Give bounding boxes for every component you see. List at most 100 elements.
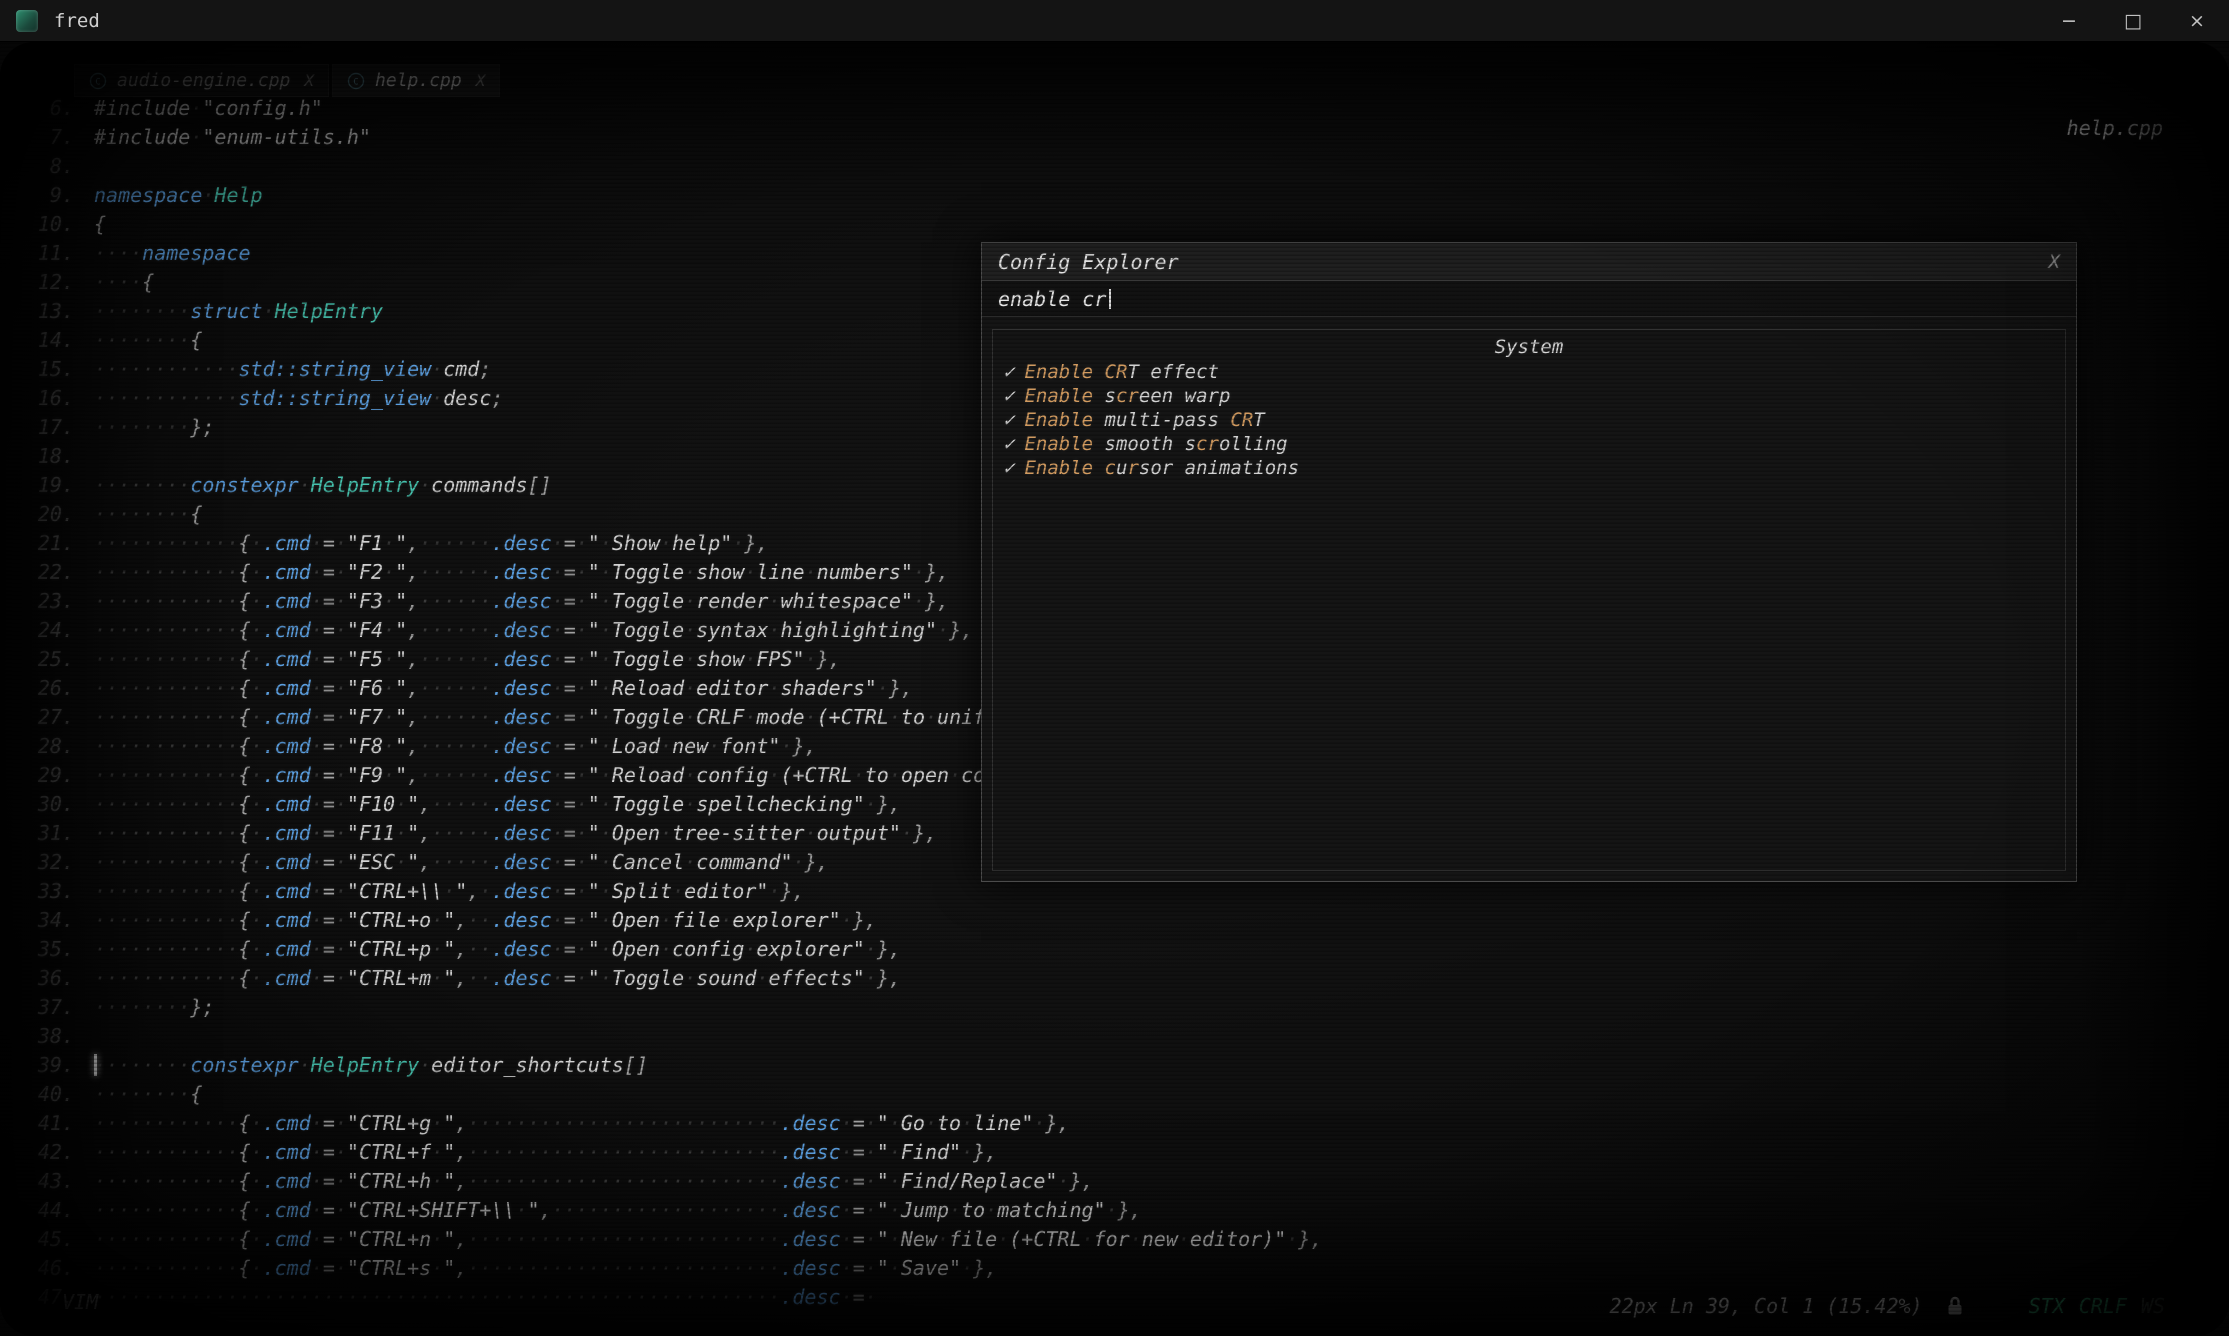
code-token: , [407,589,419,613]
config-option[interactable]: ✓Enable smooth scrolling [1003,432,2055,456]
code-token: {· [239,560,263,584]
whitespace-dots: · [251,705,263,729]
tab-audio-engine-cpp[interactable]: C audio-engine.cpp X [74,64,329,97]
code-token: { [94,212,106,236]
line-number: 34. [0,906,94,935]
code-token: "·Toggle·sound·effects" [588,966,865,990]
whitespace-dots: · [431,1140,443,1164]
whitespace-dots: · [311,850,323,874]
code-token: ······ [419,560,491,584]
code-token: .desc [780,1256,840,1280]
maximize-button[interactable]: □ [2101,0,2165,41]
code-token: "·Open·config·explorer" [588,937,865,961]
whitespace-dots: · [383,647,395,671]
whitespace-dots: · [660,937,672,961]
code-token: "·Toggle·CRLF·mode·(+CTRL·to·unify)" [588,705,1022,729]
config-option[interactable]: ✓Enable CRT effect [1003,360,2055,384]
code-token: .cmd [263,705,311,729]
code-token: ············ [94,560,239,584]
close-button[interactable]: × [2165,0,2229,41]
window-controls: − □ × [2037,0,2229,41]
option-text-segment: r [1127,457,1138,479]
code-token: "F5·" [347,647,407,671]
code-token: .desc [780,1169,840,1193]
code-token: ············ [94,705,239,729]
code-token: ········ [94,299,190,323]
config-option[interactable]: ✓Enable multi-pass CRT [1003,408,2055,432]
checkbox-checked-icon: ✓ [1003,384,1014,408]
line-text: namespace·Help [94,181,263,210]
code-token: { [142,270,154,294]
line-number: 31. [0,819,94,848]
code-token: , [455,937,467,961]
code-token: · [419,473,431,497]
whitespace-dots: · [552,763,564,787]
whitespace-dots: · [901,821,913,845]
dialog-titlebar: Config Explorer X [982,243,2076,281]
line-number: 38. [0,1022,94,1051]
checkbox-checked-icon: ✓ [1003,360,1014,384]
line-number: 36. [0,964,94,993]
whitespace-dots: · [311,879,323,903]
line-number: 16. [0,384,94,413]
config-option-list: System ✓Enable CRT effect✓Enable screen … [992,329,2066,871]
code-token: [] [624,1053,648,1077]
whitespace-dots: · [1178,1227,1190,1251]
status-flag-stx: STX [2029,1294,2065,1318]
code-token: ·=· [552,937,588,961]
editor-screen: C audio-engine.cpp X C help.cpp X help.c… [0,42,2229,1336]
code-token: "·Cancel·command" [588,850,793,874]
code-token: · [479,879,491,903]
whitespace-dots: · [431,908,443,932]
code-token: ·· [467,937,491,961]
tab-close-icon[interactable]: X [476,71,486,90]
code-token: ············ [94,1111,239,1135]
line-text: ········constexpr·HelpEntry·commands[] [94,471,552,500]
whitespace-dots: · [865,1285,877,1309]
code-token: ·=· [552,908,588,932]
code-line: 38. [0,1022,1322,1051]
code-token: "F3·" [347,589,407,613]
line-text: ············{·.cmd·=·"CTRL+SHIFT+\\·",··… [94,1196,1142,1225]
dialog-close-button[interactable]: X [2049,251,2060,273]
line-number: 25. [0,645,94,674]
code-token: ·}, [841,908,877,932]
config-search-input[interactable]: enable cr [982,281,2076,317]
cpp-file-icon: C [347,72,365,90]
whitespace-dots: · [395,792,407,816]
whitespace-dots: · [684,966,696,990]
code-token: {· [239,618,263,642]
config-option[interactable]: ✓Enable cursor animations [1003,456,2055,480]
code-token: .cmd [263,908,311,932]
option-text-segment [1093,457,1104,479]
code-token: ·=· [841,1198,877,1222]
whitespace-dots: · [672,879,684,903]
whitespace-dots: · [552,879,564,903]
whitespace-dots: · [600,850,612,874]
search-query-text: enable cr [998,287,1106,311]
code-token: {· [239,705,263,729]
whitespace-dots: · [251,676,263,700]
code-line: 7.#include·"enum-utils.h" [0,123,1322,152]
whitespace-dots: · [552,531,564,555]
code-token: ············ [94,1256,239,1280]
code-token: "CTRL+f·" [347,1140,455,1164]
whitespace-dots: · [576,734,588,758]
tab-close-icon[interactable]: X [304,71,314,90]
code-token: ··················· [552,1198,781,1222]
code-token: ·=· [552,676,588,700]
whitespace-dots: · [576,763,588,787]
tab-help-cpp[interactable]: C help.cpp X [332,64,500,97]
minimize-button[interactable]: − [2037,0,2101,41]
code-token: }; [190,995,214,1019]
code-token: ········ [94,473,190,497]
config-option[interactable]: ✓Enable screen warp [1003,384,2055,408]
code-token: ·=· [311,1111,347,1135]
whitespace-dots: · [251,560,263,584]
code-token: HelpEntry [311,473,419,497]
whitespace-dots: · [600,618,612,642]
line-text: ············{·.cmd·=·"F3·",······.desc·=… [94,587,949,616]
whitespace-dots: · [251,908,263,932]
code-token: .cmd [263,531,311,555]
config-option-label: Enable cursor animations [1024,456,1299,480]
